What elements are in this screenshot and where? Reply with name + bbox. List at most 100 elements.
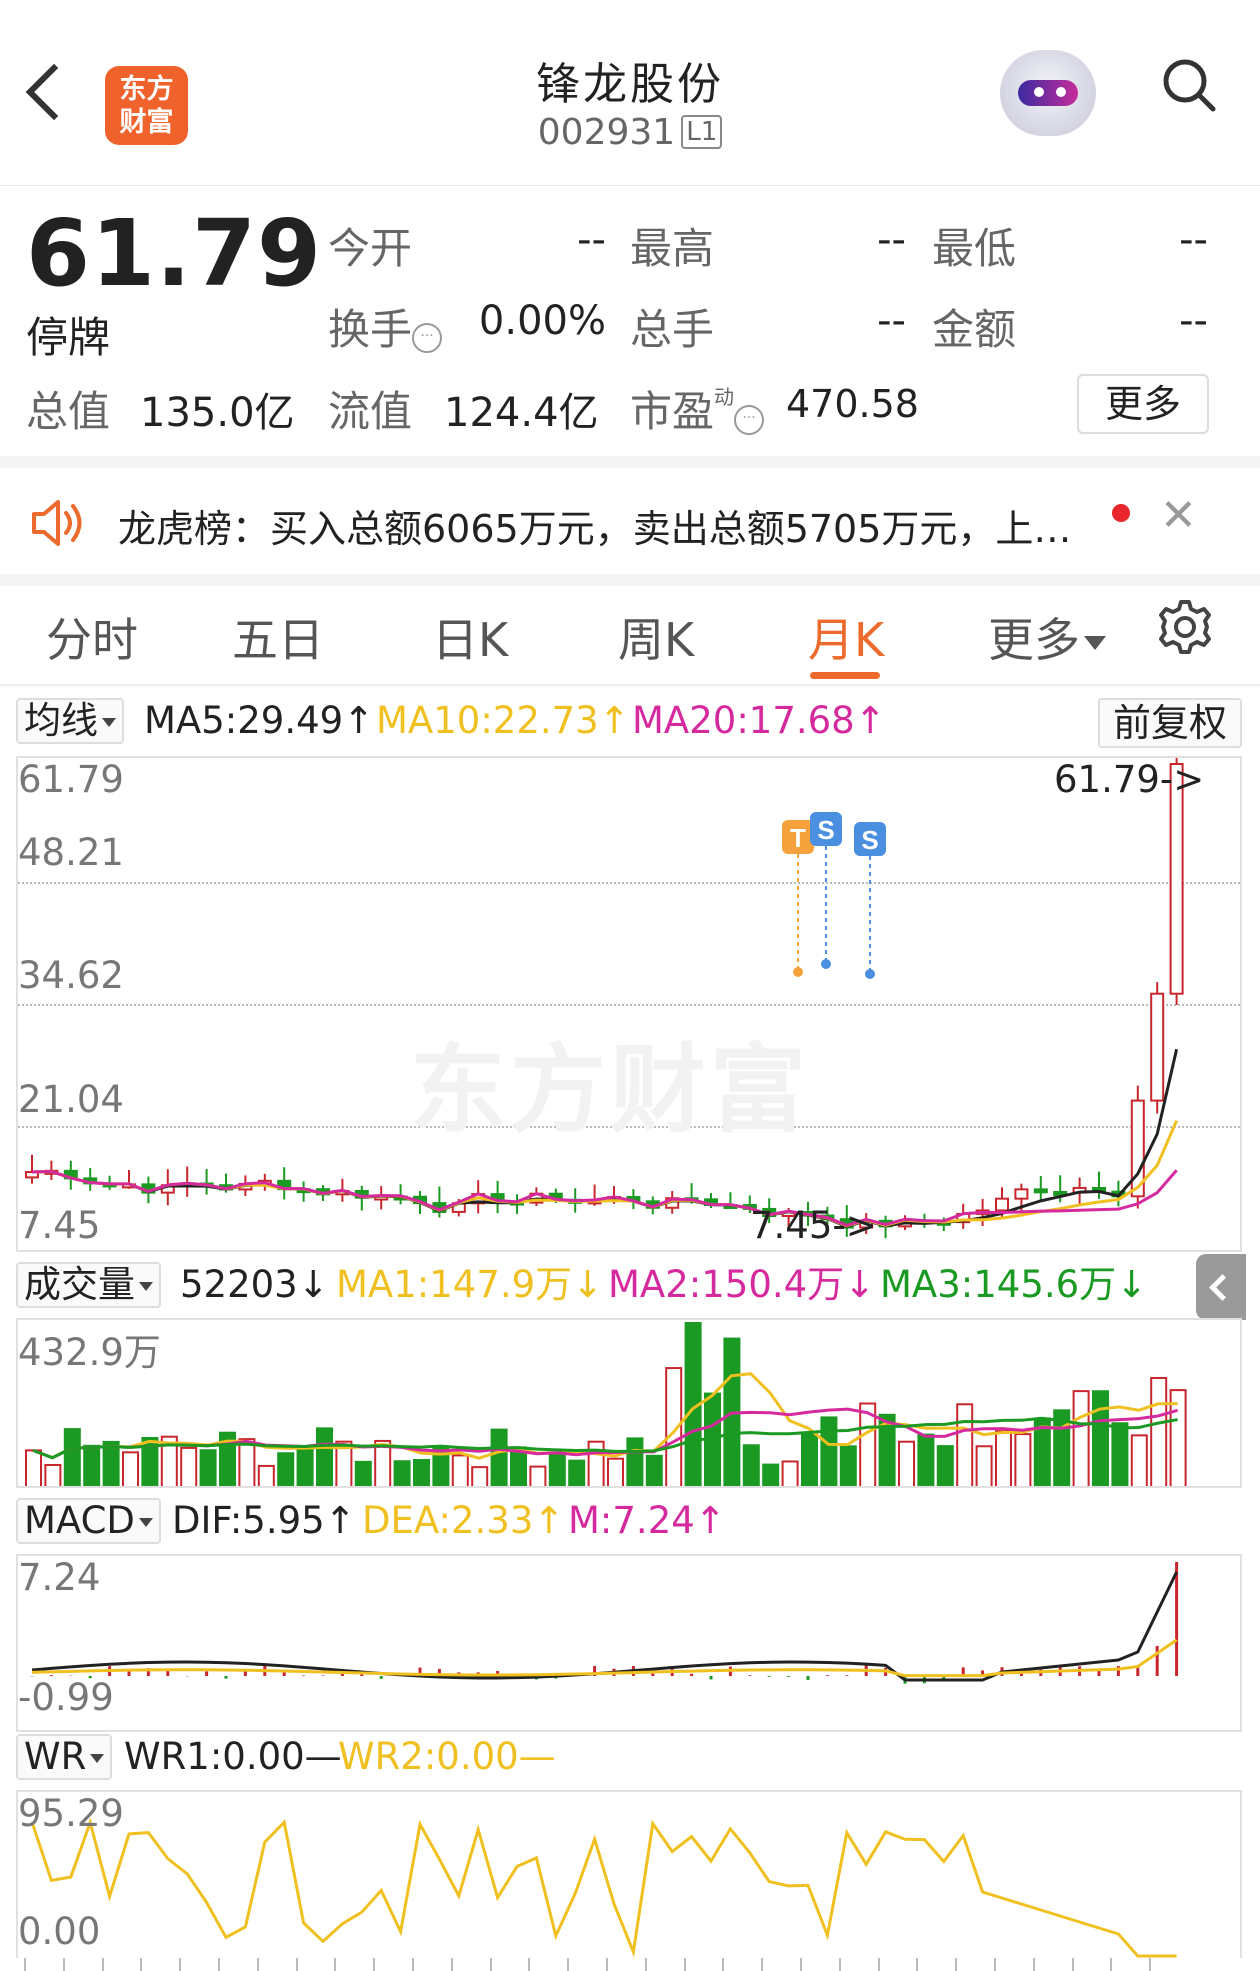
- dropdown-arrow-icon: [90, 1754, 105, 1763]
- trade-badge-label: S: [817, 815, 834, 845]
- wr-y-bottom: 0.00: [18, 1910, 101, 1953]
- ma-selector[interactable]: 均线: [16, 698, 124, 744]
- volume-selector[interactable]: 成交量: [16, 1262, 161, 1308]
- tab-more-label: 更多: [988, 613, 1080, 667]
- volume-indicator-row: 成交量 52203↓ MA1:147.9万↓ MA2:150.4万↓ MA3:1…: [0, 1258, 1260, 1312]
- adjust-selector[interactable]: 前复权: [1098, 698, 1242, 748]
- pe-value: 470.58: [786, 382, 919, 426]
- volume-bar: [277, 1452, 295, 1486]
- assistant-robot-icon[interactable]: [1000, 50, 1096, 136]
- volume-bar: [180, 1446, 198, 1486]
- ma10-value: MA10:22.73↑: [376, 699, 630, 742]
- volume-bar: [801, 1431, 818, 1486]
- turnover-info-icon[interactable]: ···: [412, 323, 443, 353]
- wr2-value: WR2:0.00—: [338, 1735, 556, 1778]
- tab-monthly-k[interactable]: 月K: [808, 604, 884, 670]
- dif-line: [31, 1571, 1178, 1682]
- tab-weekly-k[interactable]: 周K: [618, 604, 694, 670]
- notice-close-icon[interactable]: ✕: [1160, 490, 1197, 541]
- turnover-label: 换手 ···: [328, 296, 443, 357]
- last-price: 61.79: [26, 200, 323, 307]
- volume-bar: [781, 1460, 799, 1486]
- active-tab-indicator: [810, 672, 880, 679]
- volume-bar: [471, 1466, 489, 1486]
- volume-bar: [510, 1446, 527, 1486]
- volume-bar: [839, 1445, 857, 1486]
- y-label: 34.62: [18, 954, 124, 997]
- more-quote-button[interactable]: 更多: [1077, 374, 1209, 434]
- pe-label-text: 市盈: [630, 387, 715, 436]
- ma-selector-label: 均线: [24, 699, 98, 742]
- axis-tick: [567, 1958, 570, 1971]
- volume-bar: [122, 1451, 139, 1486]
- macd-indicator-row: MACD DIF:5.95↑ DEA:2.33↑ M:7.24↑: [0, 1494, 1260, 1548]
- turnover-label-text: 换手: [328, 305, 413, 354]
- divider: [0, 456, 1260, 468]
- volume-bar: [102, 1440, 120, 1486]
- axis-tick: [373, 1958, 376, 1971]
- wr-chart[interactable]: [16, 1790, 1242, 1958]
- tab-five-day[interactable]: 五日: [232, 604, 324, 670]
- speaker-icon: [32, 500, 82, 546]
- tab-daily-k[interactable]: 日K: [432, 604, 508, 670]
- trading-status: 停牌: [26, 313, 111, 362]
- volume-bar: [762, 1463, 780, 1486]
- volume-bar: [742, 1444, 760, 1486]
- y-label-min: 7.45: [18, 1204, 101, 1247]
- trade-badge-dot: [865, 969, 875, 979]
- volume-bar: [645, 1454, 663, 1486]
- tab-more[interactable]: 更多: [988, 604, 1106, 670]
- axis-tick: [1149, 1958, 1152, 1971]
- top-bar: 东方财富 锋龙股份 002931 L1: [0, 0, 1260, 186]
- level-badge: L1: [681, 115, 723, 149]
- volume-bar: [936, 1445, 954, 1486]
- volume-bar: [917, 1433, 935, 1486]
- wr-selector[interactable]: WR: [16, 1734, 113, 1780]
- volume-y-label: 432.9万: [18, 1331, 161, 1374]
- axis-tick: [838, 1958, 841, 1971]
- search-icon[interactable]: [1162, 58, 1216, 112]
- float-cap-value: 124.4亿: [444, 390, 599, 436]
- macd-selector-label: MACD: [24, 1499, 135, 1542]
- macd-chart[interactable]: [16, 1554, 1242, 1732]
- ma20-value: MA20:17.68↑: [632, 699, 886, 742]
- axis-tick: [1110, 1958, 1113, 1971]
- axis-tick: [179, 1958, 182, 1971]
- macd-m: M:7.24↑: [568, 1499, 726, 1542]
- ma-indicator-row: 均线 MA5:29.49↑ MA10:22.73↑ MA20:17.68↑: [0, 694, 1260, 748]
- vol-ma1: MA1:147.9万↓: [336, 1263, 604, 1306]
- candle-body: [1014, 1188, 1029, 1200]
- tab-intraday[interactable]: 分时: [46, 604, 138, 670]
- vol-ma3: MA3:145.6万↓: [880, 1263, 1148, 1306]
- settings-gear-icon[interactable]: [1156, 598, 1214, 656]
- axis-tick: [101, 1958, 104, 1971]
- axis-tick: [800, 1958, 802, 1971]
- unread-dot: [1112, 504, 1130, 522]
- wr-y-top: 95.29: [18, 1792, 124, 1835]
- volume-bar: [316, 1427, 333, 1486]
- axis-tick: [994, 1958, 996, 1971]
- axis-tick: [955, 1958, 958, 1971]
- axis-tick: [683, 1958, 686, 1971]
- axis-tick: [62, 1958, 65, 1971]
- axis-tick: [606, 1958, 608, 1971]
- volume-chart[interactable]: [16, 1318, 1242, 1488]
- axis-tick: [761, 1958, 764, 1971]
- kline-chart[interactable]: TSS: [16, 756, 1242, 1252]
- volume-bar: [238, 1438, 256, 1486]
- trade-badge-label: S: [861, 825, 878, 855]
- notice-bar[interactable]: 龙虎榜：买入总额6065万元，卖出总额5705万元，上…: [0, 468, 1260, 574]
- volume-bar: [257, 1464, 275, 1486]
- volume-bar: [1014, 1433, 1032, 1486]
- volume-plot: [25, 1322, 1187, 1486]
- pe-info-icon[interactable]: ···: [734, 405, 765, 435]
- macd-selector[interactable]: MACD: [16, 1498, 161, 1544]
- min-price-marker: 7.45->: [750, 1204, 877, 1247]
- volume-bar: [199, 1449, 217, 1486]
- max-price-marker: 61.79->: [1054, 758, 1205, 801]
- wr-selector-label: WR: [24, 1735, 87, 1778]
- axis-tick: [412, 1958, 414, 1971]
- ma5-value: MA5:29.49↑: [144, 699, 375, 742]
- stock-code: 002931: [537, 112, 676, 153]
- low-label: 最低: [932, 224, 1017, 273]
